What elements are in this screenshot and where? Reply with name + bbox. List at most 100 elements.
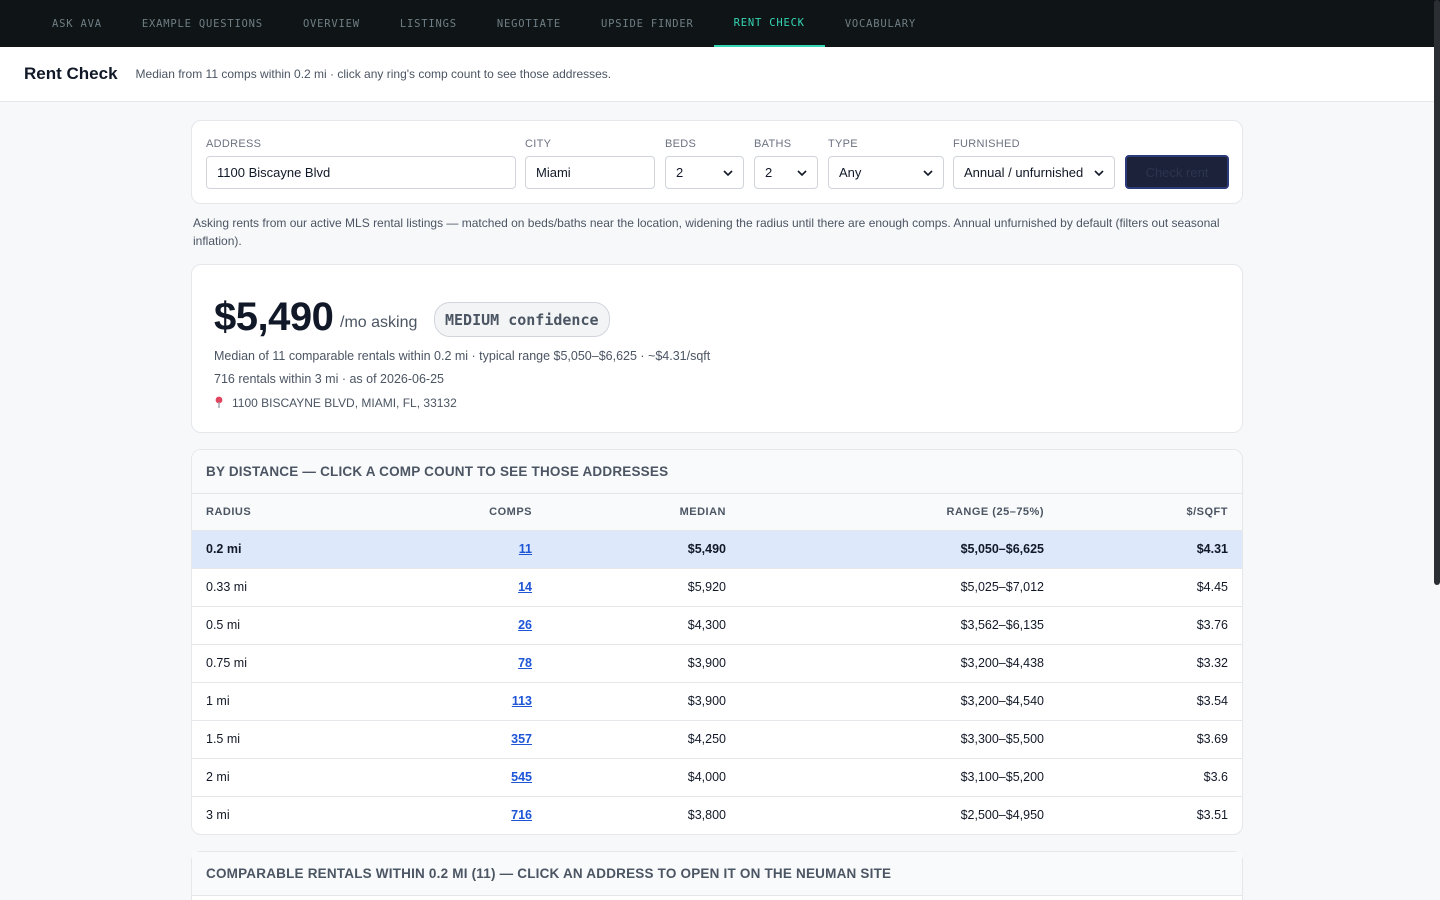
furnished-value: Annual / unfurnished (964, 165, 1084, 180)
table-row: 3 mi 716 $3,800 $2,500–$4,950 $3.51 (192, 796, 1242, 834)
address-field-group: ADDRESS 1100 Biscayne Blvd (206, 138, 516, 189)
map-pin-icon (215, 396, 223, 408)
col-sqft: $/SQFT (1058, 494, 1242, 531)
cell-range: $3,200–$4,438 (740, 644, 1058, 683)
result-location: 1100 BISCAYNE BLVD, MIAMI, FL, 33132 (214, 396, 457, 410)
comp-count-link[interactable]: 716 (511, 808, 532, 822)
table-row: 1.5 mi 357 $4,250 $3,300–$5,500 $3.69 (192, 720, 1242, 759)
table-row: 1 mi 113 $3,900 $3,200–$4,540 $3.54 (192, 682, 1242, 721)
city-input[interactable]: Miami (525, 156, 655, 189)
confidence-badge: MEDIUM confidence (434, 302, 610, 337)
rent-unit-label: /mo asking (340, 314, 418, 331)
median-rent-value: $5,490 (214, 295, 334, 339)
rent-check-form: ADDRESS 1100 Biscayne Blvd CITY Miami BE… (191, 120, 1243, 204)
comparables-card: COMPARABLE RENTALS WITHIN 0.2 MI (11) — … (191, 851, 1243, 900)
comp-count-link[interactable]: 545 (511, 770, 532, 784)
comp-count-link[interactable]: 11 (519, 542, 532, 556)
table-row: 0.5 mi 26 $4,300 $3,562–$6,135 $3.76 (192, 606, 1242, 645)
cell-range: $2,500–$4,950 (740, 796, 1058, 834)
type-value: Any (839, 165, 862, 180)
cell-radius: 0.33 mi (192, 568, 372, 607)
comp-count-link[interactable]: 357 (511, 732, 532, 746)
cell-sqft: $3.51 (1058, 796, 1242, 834)
tab-example-questions[interactable]: EXAMPLE QUESTIONS (122, 0, 283, 47)
table-row: 2 mi 545 $4,000 $3,100–$5,200 $3.6 (192, 758, 1242, 797)
cell-sqft: $4.45 (1058, 568, 1242, 607)
comp-count-link[interactable]: 26 (518, 618, 532, 632)
cell-range: $5,050–$6,625 (740, 530, 1058, 569)
furnished-field-group: FURNISHED Annual / unfurnished (953, 138, 1115, 189)
cell-radius: 3 mi (192, 796, 372, 834)
beds-field-group: BEDS 2 (665, 138, 744, 189)
check-rent-button[interactable]: Check rent (1125, 155, 1229, 189)
cell-range: $3,100–$5,200 (740, 758, 1058, 797)
cell-comps: 545 (372, 758, 546, 797)
comparables-caption: COMPARABLE RENTALS WITHIN 0.2 MI (11) — … (192, 852, 1242, 896)
cell-range: $3,562–$6,135 (740, 606, 1058, 645)
comp-count-link[interactable]: 78 (518, 656, 532, 670)
chevron-down-icon (1094, 170, 1104, 177)
page-scrollbar[interactable] (1434, 0, 1440, 585)
chevron-down-icon (923, 170, 933, 177)
chevron-down-icon (797, 170, 807, 177)
cell-sqft: $4.31 (1058, 530, 1242, 569)
distance-table-caption: BY DISTANCE — CLICK A COMP COUNT TO SEE … (192, 450, 1242, 494)
city-label: CITY (525, 138, 552, 150)
table-row: 0.2 mi 11 $5,490 $5,050–$6,625 $4.31 (192, 530, 1242, 569)
cell-radius: 0.5 mi (192, 606, 372, 645)
cell-sqft: $3.69 (1058, 720, 1242, 759)
cell-comps: 113 (372, 682, 546, 721)
cell-comps: 11 (372, 530, 546, 569)
cell-comps: 26 (372, 606, 546, 645)
cell-comps: 716 (372, 796, 546, 834)
distance-table: RADIUS COMPS MEDIAN RANGE (25–75%) $/SQF… (192, 494, 1242, 834)
comp-count-link[interactable]: 113 (512, 694, 532, 708)
cell-comps: 14 (372, 568, 546, 607)
tab-upside-finder[interactable]: UPSIDE FINDER (581, 0, 714, 47)
table-row: 0.75 mi 78 $3,900 $3,200–$4,438 $3.32 (192, 644, 1242, 683)
cell-median: $3,800 (546, 796, 740, 834)
type-select[interactable]: Any (828, 156, 944, 189)
cell-median: $3,900 (546, 644, 740, 683)
cell-comps: 357 (372, 720, 546, 759)
cell-sqft: $3.76 (1058, 606, 1242, 645)
cell-median: $5,490 (546, 530, 740, 569)
tab-rent-check[interactable]: RENT CHECK (713, 0, 825, 47)
tab-ask-ava[interactable]: ASK AVA (32, 0, 122, 47)
type-label: TYPE (828, 138, 858, 150)
tab-vocabulary[interactable]: VOCABULARY (825, 0, 936, 47)
address-label: ADDRESS (206, 138, 262, 150)
tab-negotiate[interactable]: NEGOTIATE (477, 0, 581, 47)
beds-select[interactable]: 2 (665, 156, 744, 189)
beds-label: BEDS (665, 138, 697, 150)
cell-median: $5,920 (546, 568, 740, 607)
cell-sqft: $3.54 (1058, 682, 1242, 721)
result-summary-line: Median of 11 comparable rentals within 0… (214, 349, 711, 363)
baths-select[interactable]: 2 (754, 156, 818, 189)
table-row: 0.33 mi 14 $5,920 $5,025–$7,012 $4.45 (192, 568, 1242, 607)
rent-result-card: $5,490 /mo asking MEDIUM confidence Medi… (191, 264, 1243, 433)
methodology-note: Asking rents from our active MLS rental … (193, 216, 1220, 248)
tab-overview[interactable]: OVERVIEW (283, 0, 380, 47)
cell-radius: 0.2 mi (192, 530, 372, 569)
col-range: RANGE (25–75%) (740, 494, 1058, 531)
comp-count-link[interactable]: 14 (518, 580, 532, 594)
cell-comps: 78 (372, 644, 546, 683)
result-context-line: 716 rentals within 3 mi · as of 2026-06-… (214, 372, 444, 386)
col-median: MEDIAN (546, 494, 740, 531)
result-location-text: 1100 BISCAYNE BLVD, MIAMI, FL, 33132 (232, 396, 457, 410)
cell-radius: 2 mi (192, 758, 372, 797)
cell-radius: 1.5 mi (192, 720, 372, 759)
cell-sqft: $3.32 (1058, 644, 1242, 683)
cell-median: $4,250 (546, 720, 740, 759)
city-field-group: CITY Miami (525, 138, 655, 189)
cell-range: $5,025–$7,012 (740, 568, 1058, 607)
furnished-select[interactable]: Annual / unfurnished (953, 156, 1115, 189)
cell-radius: 1 mi (192, 682, 372, 721)
page-subtitle: Median from 11 comps within 0.2 mi · cli… (135, 67, 612, 81)
address-input[interactable]: 1100 Biscayne Blvd (206, 156, 516, 189)
tab-listings[interactable]: LISTINGS (380, 0, 477, 47)
col-radius: RADIUS (192, 494, 372, 531)
cell-sqft: $3.6 (1058, 758, 1242, 797)
cell-range: $3,200–$4,540 (740, 682, 1058, 721)
